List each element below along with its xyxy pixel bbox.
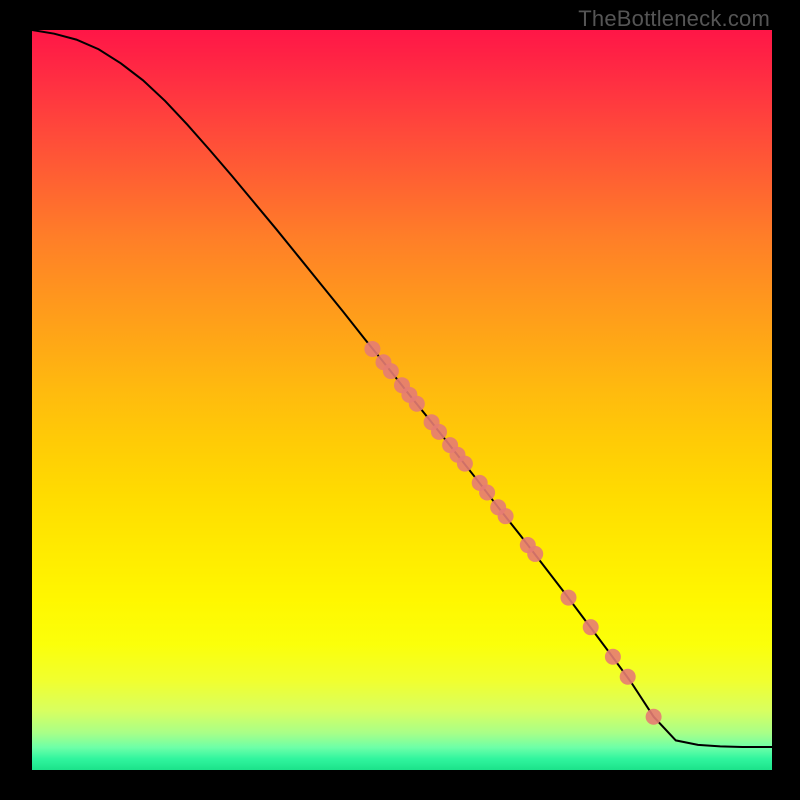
scatter-point	[498, 508, 514, 524]
scatter-point	[364, 341, 380, 357]
scatter-point	[527, 546, 543, 562]
plot-area	[32, 30, 772, 770]
scatter-point	[383, 363, 399, 379]
scatter-point	[605, 649, 621, 665]
scatter-point	[583, 619, 599, 635]
scatter-point	[646, 709, 662, 725]
watermark-text: TheBottleneck.com	[578, 6, 770, 32]
scatter-point	[620, 669, 636, 685]
chart-container: TheBottleneck.com	[0, 0, 800, 800]
scatter-point	[409, 396, 425, 412]
scatter-point	[561, 590, 577, 606]
scatter-point	[479, 485, 495, 501]
chart-svg	[32, 30, 772, 770]
scatter-points	[364, 341, 661, 725]
scatter-point	[431, 424, 447, 440]
scatter-point	[457, 456, 473, 472]
